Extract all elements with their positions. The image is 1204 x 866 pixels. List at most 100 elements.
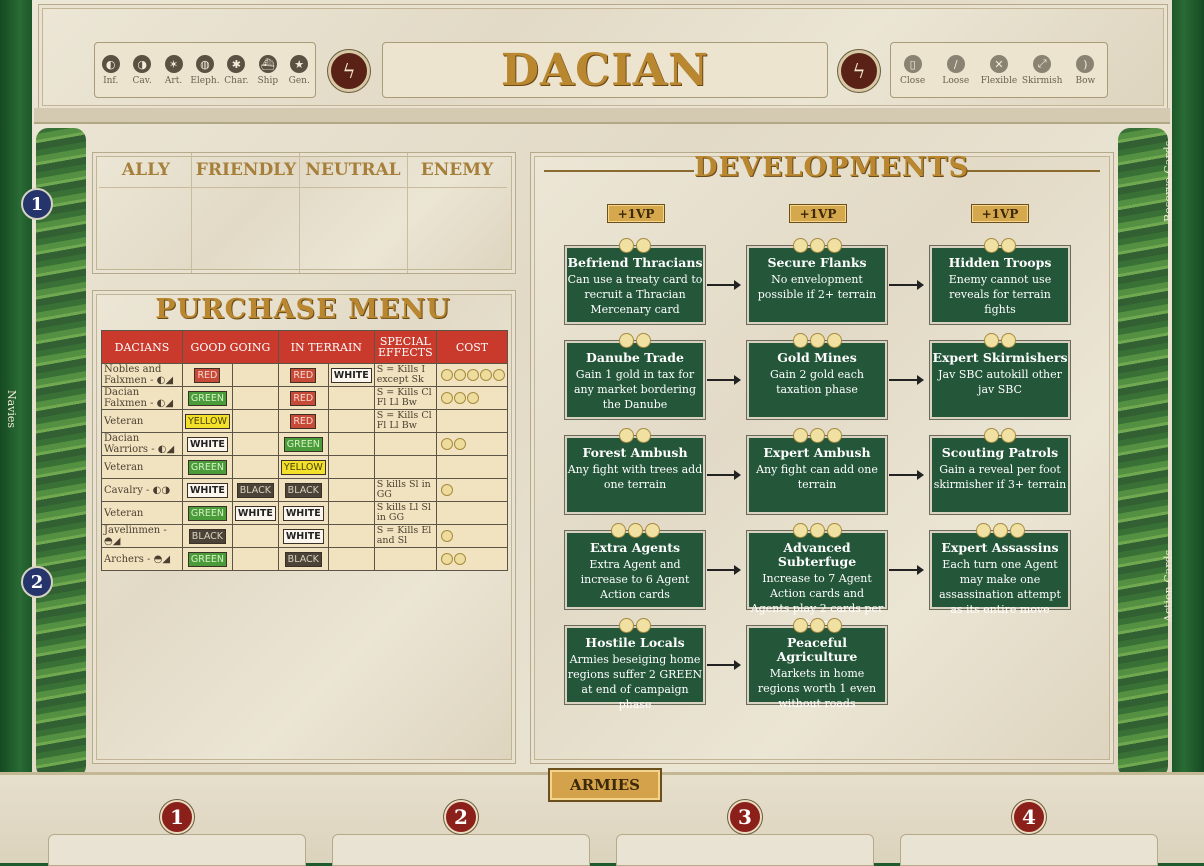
cost-cell (435, 363, 509, 387)
combat-legend-1: ∕ Loose (941, 55, 971, 86)
gold-coin-icon (440, 530, 453, 542)
in-terrain-2 (327, 524, 375, 548)
development-cost (749, 618, 885, 633)
army-slot-1[interactable] (48, 834, 306, 866)
development-card[interactable]: Forest Ambush Any fight with trees add on… (565, 428, 705, 514)
cost-cell (435, 386, 509, 410)
gold-coin-icon (1009, 523, 1025, 538)
development-card[interactable]: Hostile Locals Armies beseiging home regi… (565, 618, 705, 711)
col-in-terrain: IN TERRAIN (277, 330, 375, 364)
development-cost (932, 333, 1068, 348)
relation-enemy: ENEMY (407, 153, 507, 188)
bow-icon: ) (1076, 55, 1095, 73)
army-slot-3[interactable] (616, 834, 874, 866)
chariot-icon: ✱ (227, 55, 246, 73)
gold-coin-icon (826, 523, 842, 538)
cost-coins (440, 438, 505, 450)
loose-icon: ∕ (946, 55, 965, 73)
gold-coin-icon (984, 238, 999, 253)
gold-coin-icon (453, 553, 466, 565)
gold-coin-icon (636, 238, 651, 253)
good-going-1: RED (181, 363, 233, 387)
purchase-menu-title: PURCHASE MENU (155, 294, 451, 325)
cost-cell (435, 409, 509, 433)
gold-coin-icon (809, 333, 825, 348)
development-card[interactable]: Extra Agents Extra Agent and increase to … (565, 523, 705, 609)
good-going-1: GREEN (181, 386, 233, 410)
gold-coin-icon (792, 428, 808, 443)
unit-type-legend: ◐ Inf. ◑ Cav. ✶ Art. ◍ Eleph. ✱ Char. ⛴ Ship ★ Gen. (94, 42, 316, 98)
bolt-icon-right[interactable]: ϟ (838, 50, 880, 92)
cost-green-tag: GREEN (187, 505, 227, 521)
cost-coins (440, 369, 505, 381)
development-cost (567, 523, 703, 538)
upgrade-arrow (707, 470, 741, 480)
development-card[interactable]: Scouting Patrols Gain a reveal per foot s… (930, 428, 1070, 514)
development-cost (567, 333, 703, 348)
development-desc: No envelopment possible if 2+ terrain (757, 273, 877, 301)
in-terrain-1: RED (277, 363, 329, 387)
development-desc: Extra Agent and increase to 6 Agent Acti… (580, 558, 690, 601)
development-card[interactable]: Peaceful Agriculture Markets in home regi… (747, 618, 887, 710)
special-effect: S = Kills El and Sl (373, 524, 437, 548)
gold-coin-icon (492, 369, 505, 381)
table-row: Veteran GREEN YELLOW (101, 455, 509, 479)
cost-coins (440, 392, 505, 404)
navy-slot-2-badge: 2 (21, 566, 53, 598)
special-effect (373, 547, 437, 571)
development-card[interactable]: Secure Flanks No envelopment possible if … (747, 238, 887, 324)
in-terrain-2 (327, 455, 375, 479)
combat-legend-label: Loose (942, 76, 970, 86)
development-desc: Can use a treaty card to recruit a Thrac… (567, 273, 703, 316)
unit-name: Veteran (101, 409, 183, 433)
gold-coin-icon (826, 618, 842, 633)
combat-legend-3: ⤢ Skirmish (1022, 55, 1062, 86)
development-card[interactable]: Advanced Subterfuge Increase to 7 Agent A… (747, 523, 887, 630)
development-desc: Any fight can add one terrain (756, 463, 878, 491)
cost-cell (435, 478, 509, 502)
gold-coin-icon (466, 369, 479, 381)
army-number-badge: 2 (444, 800, 478, 834)
table-row: Dacian Falxmen - ◐◢ GREEN RED S = Kills Cl … (101, 386, 509, 410)
combat-type-legend: ▯ Close ∕ Loose ✕ Flexible ⤢ Skirmish) Bow (890, 42, 1108, 98)
in-terrain-2: WHITE (327, 363, 375, 387)
development-card[interactable]: Expert Assassins Each turn one Agent may … (930, 523, 1070, 616)
header-ledge (34, 108, 1170, 124)
relation-friendly: FRIENDLY (193, 153, 299, 188)
good-going-2 (231, 363, 279, 387)
bolt-icon-left[interactable]: ϟ (328, 50, 370, 92)
in-terrain-1: GREEN (277, 432, 329, 456)
in-terrain-2 (327, 409, 375, 433)
table-row: Javelinmen - ◓◢ BLACK WHITE S = Kills El an… (101, 524, 509, 548)
development-cost (932, 523, 1068, 538)
action-cards-label: Action Cards (1162, 549, 1175, 622)
unit-name: Javelinmen - ◓◢ (101, 524, 183, 548)
artillery-icon: ✶ (164, 55, 183, 73)
development-card[interactable]: Expert Skirmishers Jav SBC autokill other… (930, 333, 1070, 419)
development-desc: Gain 2 gold each taxation phase (770, 368, 864, 396)
dev-title-rule-left (544, 170, 694, 172)
cost-cell (435, 501, 509, 525)
development-card[interactable]: Befriend Thracians Can use a treaty card … (565, 238, 705, 324)
reserve-cards-label: Reserve Cards (1162, 140, 1175, 222)
cost-yellow-tag: YELLOW (184, 413, 230, 429)
development-card[interactable]: Expert Ambush Any fight can add one terra… (747, 428, 887, 514)
development-cost (932, 238, 1068, 253)
good-going-2 (231, 409, 279, 433)
cost-cell (435, 547, 509, 571)
army-slot-4[interactable] (900, 834, 1158, 866)
vp-badge-2: +1VP (789, 204, 847, 223)
gold-coin-icon (975, 523, 991, 538)
development-card[interactable]: Hidden Troops Enemy cannot use reveals fo… (930, 238, 1070, 324)
cost-white-tag: WHITE (234, 505, 276, 521)
faction-title-box: DACIAN (382, 42, 828, 98)
development-card[interactable]: Gold Mines Gain 2 gold each taxation phas… (747, 333, 887, 419)
cost-white-tag: WHITE (282, 528, 324, 544)
development-card[interactable]: Danube Trade Gain 1 gold in tax for any m… (565, 333, 705, 419)
army-slot-2[interactable] (332, 834, 590, 866)
gold-coin-icon (636, 428, 651, 443)
upgrade-arrow (707, 660, 741, 670)
faction-title: DACIAN (500, 44, 710, 96)
development-desc: Markets in home regions worth 1 even wit… (757, 667, 877, 710)
table-row: Veteran YELLOW RED S = Kills Cl Fl Ll Bw (101, 409, 509, 433)
